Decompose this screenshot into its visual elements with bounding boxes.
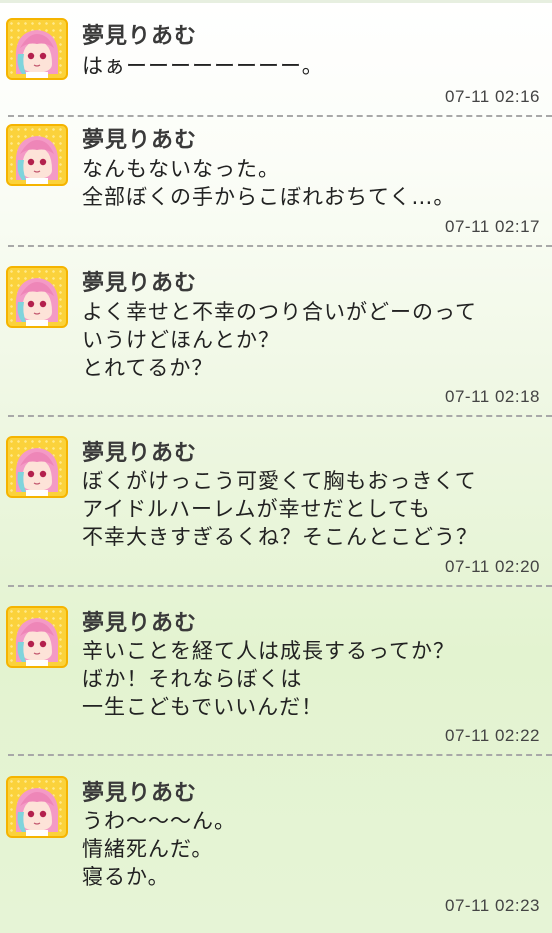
user-name[interactable]: 夢見りあむ — [82, 775, 197, 807]
message-text: 辛いことを経て人は成長するってか？ ばか！それならぼくは 一生こどもでいいんだ！ — [82, 637, 542, 721]
message-line: 一生こどもでいいんだ！ — [82, 695, 324, 719]
message-line: 不幸大きすぎるくね？そこんとこどう？ — [82, 525, 478, 549]
message-text: よく幸せと不幸のつり合いがどーのって いうけどほんとか？ とれてるか？ — [82, 298, 542, 382]
post-divider — [8, 115, 552, 117]
post-divider — [8, 585, 552, 587]
message-line: ぼくがけっこう可愛くて胸もおっきくて — [82, 469, 477, 493]
avatar[interactable] — [6, 124, 68, 186]
avatar[interactable] — [6, 18, 68, 80]
message-feed[interactable]: 夢見りあむ はぁーーーーーーーー。 07-11 02:16 夢見りあむ なんもな… — [0, 0, 552, 933]
avatar[interactable] — [6, 266, 68, 328]
message-line: はぁーーーーーーーー。 — [82, 54, 324, 78]
message-line: 情緒死んだ。 — [82, 837, 214, 861]
message-line: アイドルハーレムが幸せだとしても — [82, 497, 431, 521]
timestamp: 07-11 02:20 — [445, 557, 540, 576]
character-portrait-icon — [15, 30, 59, 78]
timestamp: 07-11 02:16 — [445, 87, 540, 106]
message-text: なんもないなった。 全部ぼくの手からこぼれおちてく…。 — [82, 155, 542, 211]
post-divider — [8, 245, 552, 247]
message-line: 辛いことを経て人は成長するってか？ — [82, 639, 455, 663]
timestamp: 07-11 02:22 — [445, 726, 540, 745]
timestamp: 07-11 02:17 — [445, 217, 540, 236]
post-divider — [8, 754, 552, 756]
top-edge — [0, 0, 552, 3]
user-name[interactable]: 夢見りあむ — [82, 605, 197, 637]
post-divider — [8, 415, 552, 417]
message-line: とれてるか？ — [82, 356, 214, 380]
character-portrait-icon — [15, 278, 59, 326]
character-portrait-icon — [15, 136, 59, 184]
avatar[interactable] — [6, 606, 68, 668]
message-line: いうけどほんとか？ — [82, 328, 280, 352]
message-line: なんもないなった。 — [82, 157, 280, 181]
timestamp: 07-11 02:23 — [445, 896, 540, 915]
user-name[interactable]: 夢見りあむ — [82, 435, 197, 467]
avatar[interactable] — [6, 776, 68, 838]
character-portrait-icon — [15, 448, 59, 496]
avatar[interactable] — [6, 436, 68, 498]
message-line: ばか！それならぼくは — [82, 667, 303, 691]
message-line: 寝るか。 — [82, 865, 170, 889]
message-line: よく幸せと不幸のつり合いがどーのって — [82, 300, 477, 324]
message-text: うわ〜〜〜ん。 情緒死んだ。 寝るか。 — [82, 807, 542, 891]
character-portrait-icon — [15, 788, 59, 836]
character-portrait-icon — [15, 618, 59, 666]
timestamp: 07-11 02:18 — [445, 387, 540, 406]
user-name[interactable]: 夢見りあむ — [82, 18, 197, 50]
user-name[interactable]: 夢見りあむ — [82, 122, 197, 154]
message-line: 全部ぼくの手からこぼれおちてく…。 — [82, 185, 456, 209]
message-text: ぼくがけっこう可愛くて胸もおっきくて アイドルハーレムが幸せだとしても 不幸大き… — [82, 467, 542, 551]
user-name[interactable]: 夢見りあむ — [82, 265, 197, 297]
message-line: うわ〜〜〜ん。 — [82, 809, 236, 833]
message-text: はぁーーーーーーーー。 — [82, 52, 542, 80]
